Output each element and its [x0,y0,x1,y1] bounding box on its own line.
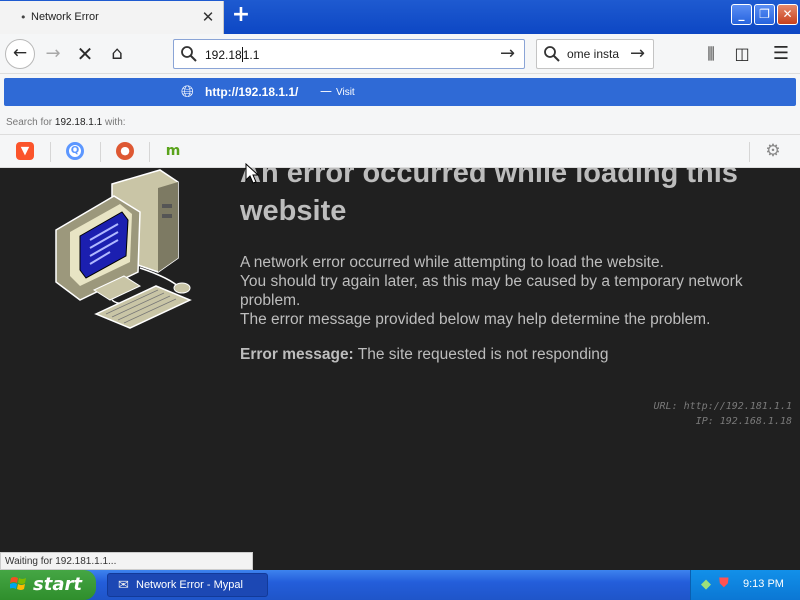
error-url-line: URL: http://192.181.1.1 [653,401,792,412]
taskbar-window-button[interactable]: ✉ Network Error - Mypal [107,573,268,597]
search-text: ome insta [567,47,620,61]
suggestion-action: Visit [336,87,355,98]
tab-title: Network Error [31,11,99,23]
tab-network-error[interactable]: • Network Error ✕ [0,1,224,34]
brave-engine-icon[interactable]: ▼ [16,142,34,160]
error-title: An error occurred while loading this web… [240,168,738,227]
start-button[interactable]: start [0,570,96,600]
engine-divider [100,142,101,162]
minimize-button[interactable]: _ [731,4,752,25]
error-description-line: A network error occurred while attemptin… [240,254,664,271]
windows-logo-icon [9,576,28,596]
search-icon [181,46,197,62]
error-message: Error message: The site requested is not… [240,346,609,364]
security-shield-icon[interactable]: ⛊ [719,576,729,591]
search-go-arrow-icon[interactable]: → [630,43,645,64]
error-description-line: The error message provided below may hel… [240,311,711,328]
error-description-line: You should try again later, as this may … [240,273,743,290]
sidebar-icon[interactable]: ◫ [727,39,757,69]
search-input[interactable]: ome insta → [536,39,654,69]
engine-divider [149,142,150,162]
search-engines-row: ▼ Q ● m ⚙ [0,134,800,168]
library-icon[interactable]: ⫼ [696,39,726,69]
error-page: An error occurred while loading this web… [0,168,800,570]
url-dropdown: 🌐︎ http://192.18.1.1/ — Visit Search for… [0,74,800,134]
computer-illustration-icon [55,169,192,329]
mouse-cursor-icon [245,163,260,184]
error-message-text: The site requested is not responding [357,346,609,363]
network-tray-icon[interactable]: ◆ [701,577,711,592]
close-window-button[interactable]: ✕ [777,4,798,25]
error-message-label: Error message: [240,346,354,363]
browser-window-icon: ✉ [118,578,129,593]
suggestion-separator: — [320,84,332,98]
taskbar-window-label: Network Error - Mypal [136,579,243,591]
url-text: 192.181.1 [205,47,260,62]
error-ip-line: IP: 192.168.1.18 [695,416,792,427]
error-description-line: problem. [240,292,301,309]
url-input[interactable]: 192.181.1 → [173,39,525,69]
tab-status-dot: • [20,11,27,24]
home-button[interactable]: ⌂ [102,39,132,69]
mojeek-engine-icon[interactable]: m [164,142,182,160]
navigation-toolbar: ← → ✕ ⌂ 192.181.1 → ome insta → ⫼ ◫ ☰ [0,34,800,74]
search-for-label: Search for 192.18.1.1 with: [6,117,126,128]
suggestion-url: http://192.18.1.1/ [205,85,299,99]
globe-icon: 🌐︎ [181,82,194,101]
hamburger-menu-icon[interactable]: ☰ [766,39,796,69]
new-tab-button[interactable]: + [229,4,253,28]
forward-button[interactable]: → [38,39,68,69]
visit-url-suggestion[interactable]: 🌐︎ http://192.18.1.1/ — Visit [4,78,796,106]
start-label: start [33,574,82,595]
go-arrow-icon[interactable]: → [500,43,515,64]
tab-strip: • Network Error ✕ + _ ❐ ✕ [0,0,800,34]
tab-close-icon[interactable]: ✕ [200,7,216,27]
back-button[interactable]: ← [5,39,35,69]
search-icon [544,46,560,62]
clock: 9:13 PM [743,578,784,590]
taskbar: start ✉ Network Error - Mypal ◆ ⛊ 9:13 P… [0,570,800,600]
status-bar: Waiting for 192.181.1.1... [0,552,253,570]
stop-button[interactable]: ✕ [70,39,100,69]
system-tray: ◆ ⛊ 9:13 PM [690,570,800,600]
qwant-engine-icon[interactable]: Q [66,142,84,160]
gear-icon[interactable]: ⚙ [764,142,782,160]
engine-divider [749,142,750,162]
engine-divider [50,142,51,162]
maximize-button[interactable]: ❐ [754,4,775,25]
duckduckgo-engine-icon[interactable]: ● [116,142,134,160]
